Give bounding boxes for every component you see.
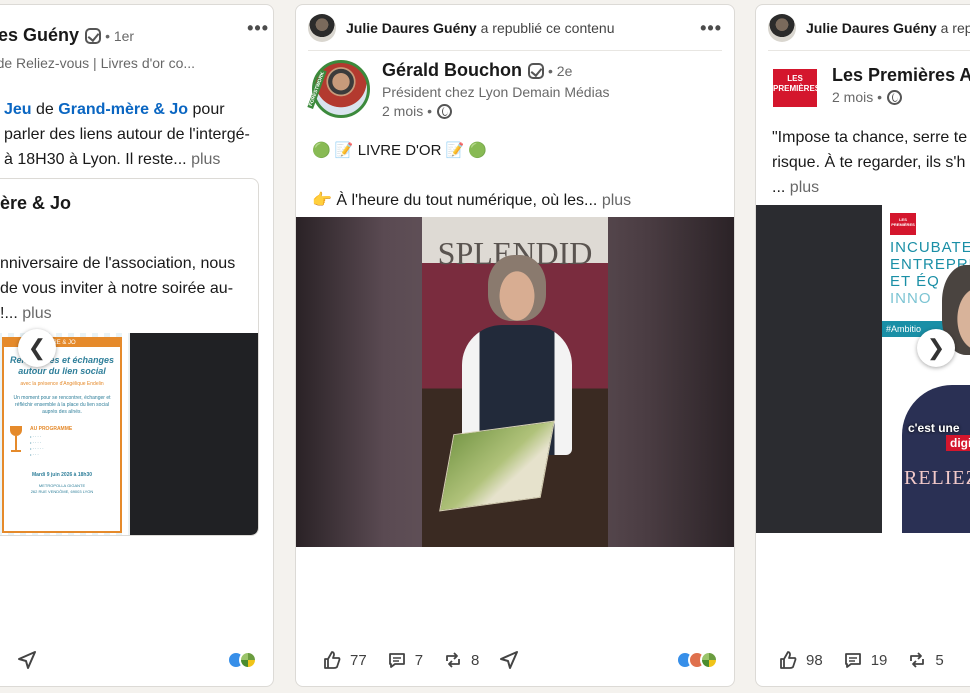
card2-verified-icon [528, 62, 545, 79]
card1-social-bar [0, 634, 273, 686]
comment-icon [388, 653, 405, 668]
card3-see-more[interactable]: plus [790, 179, 819, 196]
card3-repost-text: Julie Daures Guény a rep [806, 19, 970, 36]
card3-like-count: 98 [806, 651, 823, 669]
card3-slide-person [902, 265, 970, 533]
flyer-programme: AU PROGRAMME [30, 426, 73, 432]
feed-card-right: Julie Daures Guény a rep LES PREMIÈRES L… [755, 4, 970, 687]
chevron-right-icon: ❯ [926, 335, 946, 360]
card2-commentary: 🟢 📝 LIVRE D'OR 📝 🟢 👉 À l'heure du tout n… [312, 138, 720, 213]
card2-see-more[interactable]: plus [602, 192, 631, 209]
card2-degree: • 2e [548, 62, 573, 79]
flyer-venue: METROPOLLA GIGANTE [38, 483, 86, 488]
card1-dark-slide [130, 333, 258, 535]
feed-card-center: Julie Daures Guény a republié ce contenu… [295, 4, 735, 687]
card3-slide-logo: LES PREMIÈRES [890, 213, 916, 235]
flyer-date: Mardi 9 juin 2026 à 18h30 [31, 472, 93, 478]
card3-social-bar: 98 19 5 [756, 634, 970, 686]
card1-shared-post[interactable]: ère & Jo nniversaire de l'association, n… [0, 178, 259, 536]
card1-reactions[interactable] [227, 651, 257, 669]
card3-repost-header: Julie Daures Guény a rep [768, 5, 970, 51]
card2-more-options-icon[interactable]: ••• [700, 19, 722, 37]
card3-carousel[interactable]: LES PREMIÈRES INCUBATE ENTREPRE ET ÉQ IN… [756, 205, 970, 533]
card3-reposter-avatar[interactable] [768, 13, 796, 42]
card3-comment-button[interactable]: 19 [843, 650, 888, 670]
card3-company-logo[interactable]: LES PREMIÈRES [772, 65, 820, 111]
card1-degree: • 1er [105, 27, 135, 44]
card2-video[interactable]: SPLENDID [296, 217, 734, 547]
globe-icon [437, 103, 453, 119]
chevron-left-icon: ❮ [27, 335, 47, 360]
card2-commentary-line1: 🟢 📝 LIVRE D'OR 📝 🟢 [312, 142, 488, 159]
like-icon [324, 651, 341, 669]
card3-slide-shirt-text: RELIEZ [904, 467, 970, 489]
send-icon [18, 651, 36, 669]
card2-actor-name[interactable]: Gérald Bouchon [382, 60, 522, 81]
card3-actor-name[interactable]: Les Premières A [832, 65, 970, 86]
card1-more-options-icon[interactable]: ••• [247, 19, 269, 37]
card2-comment-count: 7 [414, 651, 424, 669]
card3-like-button[interactable]: 98 [778, 650, 823, 670]
card3-logo-text: LES PREMIÈRES [773, 69, 820, 107]
card3-repost-button[interactable]: 5 [907, 650, 944, 670]
repost-icon [910, 652, 925, 668]
card3-slide: LES PREMIÈRES INCUBATE ENTREPRE ET ÉQ IN… [882, 205, 970, 533]
card2-repost-count: 8 [471, 651, 480, 669]
card3-repost-count: 5 [935, 651, 944, 669]
card3-reposter-name[interactable]: Julie Daures Guény [806, 20, 937, 36]
card3-slide-caption2: digi [946, 435, 970, 451]
flyer-address: 262 RUE VENDÔME, 69003 LYON [30, 489, 94, 494]
card3-comment-count: 19 [870, 651, 888, 669]
card3-commentary: "Impose ta chance, serre te risque. À te… [772, 129, 968, 196]
card2-send-button[interactable] [499, 650, 525, 670]
repost-icon [446, 652, 460, 668]
card2-reposter-name[interactable]: Julie Daures Guény [346, 20, 477, 36]
card3-actor: LES PREMIÈRES Les Premières A 2 mois • [772, 65, 970, 111]
globe-icon [887, 89, 903, 105]
send-icon [500, 651, 519, 669]
card1-send-button[interactable] [17, 650, 37, 675]
card2-repost-button[interactable]: 8 [443, 650, 479, 670]
card3-timestamp: 2 mois • [832, 89, 883, 105]
card1-flyer-image[interactable]: ÈRE & JO Rencontres et échanges autour d… [0, 333, 130, 535]
card2-actor: FORESTWORK Gérald Bouchon • 2e Président… [307, 60, 610, 119]
card3-slide-heading1: INCUBATE [890, 239, 970, 256]
reaction-avatar-icon [700, 651, 718, 669]
card2-comment-button[interactable]: 7 [387, 650, 423, 670]
card2-reposter-avatar[interactable] [308, 13, 336, 42]
like-icon [780, 651, 797, 669]
card2-reactions[interactable] [676, 651, 718, 669]
card3-carousel-next-button[interactable]: ❯ [917, 329, 955, 367]
card1-carousel-prev-button[interactable]: ❮ [18, 329, 56, 367]
card1-actor-name[interactable]: ères Guény [0, 25, 79, 46]
card3-slide-caption1: c'est une [908, 421, 960, 435]
card2-like-button[interactable]: 77 [322, 650, 367, 670]
card2-video-book [439, 420, 555, 512]
card2-timestamp: 2 mois • [382, 103, 433, 119]
card1-actor-headline: te de Reliez-vous | Livres d'or co... [0, 55, 196, 71]
reaction-avatar-icon [239, 651, 257, 669]
card2-commentary-line2: 👉 À l'heure du tout numérique, où les... [312, 192, 598, 209]
feed-card-left: ••• ères Guény • 1er te de Reliez-vous |… [0, 4, 274, 687]
card1-commentary: Jeu de Grand-mère & Jo pour parler des l… [4, 101, 250, 168]
card1-shared-see-more[interactable]: plus [22, 305, 51, 322]
card1-verified-icon [85, 27, 102, 44]
card2-like-count: 77 [350, 651, 367, 669]
card1-see-more[interactable]: plus [191, 151, 220, 168]
card1-shared-title: ère & Jo [0, 193, 72, 213]
card1-link-jeu[interactable]: Jeu [4, 101, 32, 118]
card2-repost-text: Julie Daures Guény a republié ce contenu [346, 19, 615, 36]
flyer-subtitle: avec la présence d'Angélique Endelin [20, 381, 104, 387]
card2-avatar-ring-text: FORESTWORK [307, 69, 327, 109]
card1-shared-text: nniversaire de l'association, nous de vo… [0, 255, 236, 322]
card2-actor-headline: Président chez Lyon Demain Médias [382, 84, 610, 100]
card2-video-frame: SPLENDID [422, 217, 608, 547]
flyer-glass-icon [10, 426, 22, 456]
comment-icon [844, 653, 861, 668]
card2-actor-avatar[interactable]: FORESTWORK [307, 60, 370, 118]
card2-social-bar: 77 7 8 [296, 634, 734, 686]
flyer-body: Un moment pour se rencontrer, échanger e… [13, 395, 111, 415]
card1-link-grand-mere[interactable]: Grand-mère & Jo [58, 101, 188, 118]
card2-repost-header: Julie Daures Guény a republié ce contenu… [308, 5, 722, 51]
